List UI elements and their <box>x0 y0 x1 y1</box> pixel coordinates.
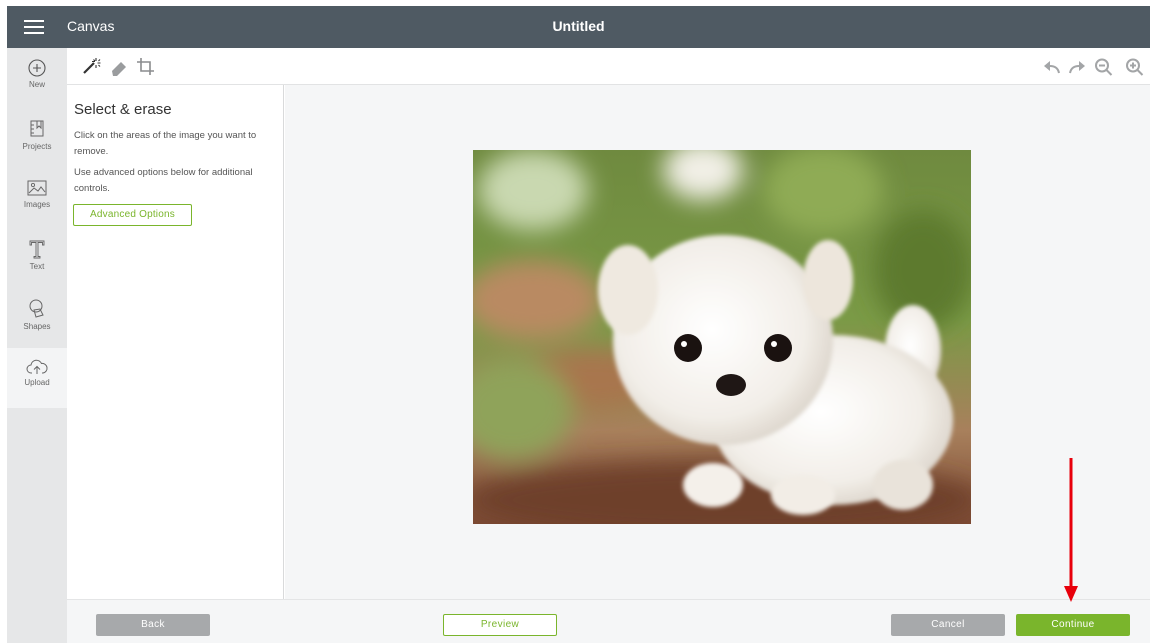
panel-instruction-line-2: remove. <box>74 146 109 157</box>
panel-instruction-line-3: Use advanced options below for additiona… <box>74 167 253 178</box>
shapes-icon <box>29 299 44 318</box>
nav-label-shapes: Shapes <box>23 322 51 331</box>
canvas-area[interactable] <box>285 85 1150 599</box>
continue-button[interactable]: Continue <box>1016 614 1130 636</box>
zoom-in-icon[interactable] <box>1124 57 1146 77</box>
back-button[interactable]: Back <box>96 614 210 636</box>
magic-wand-icon[interactable] <box>81 56 103 76</box>
panel-title: Select & erase <box>74 101 172 118</box>
eraser-icon[interactable] <box>108 56 130 76</box>
nav-label-upload: Upload <box>24 378 50 387</box>
bottom-bar: Back Preview Cancel Continue <box>67 599 1150 643</box>
zoom-out-icon[interactable] <box>1093 57 1115 77</box>
panel-instruction-line-4: controls. <box>74 183 110 194</box>
nav-item-projects[interactable]: Projects <box>7 118 67 176</box>
nav-item-text[interactable]: Text <box>7 238 67 296</box>
nav-label-text: Text <box>29 262 45 271</box>
preview-button[interactable]: Preview <box>443 614 557 636</box>
nav-item-upload[interactable]: Upload <box>7 348 67 408</box>
nav-item-new[interactable]: New <box>7 58 67 116</box>
advanced-options-button[interactable]: Advanced Options <box>73 204 192 226</box>
redo-icon[interactable] <box>1066 57 1088 77</box>
crop-icon[interactable] <box>135 56 157 76</box>
upload-cloud-icon <box>26 359 48 374</box>
select-erase-panel: Select & erase Click on the areas of the… <box>67 85 284 599</box>
image-icon <box>27 180 47 196</box>
nav-label-projects: Projects <box>22 142 52 151</box>
top-bar: Canvas Untitled <box>7 6 1150 48</box>
uploaded-puppy-image[interactable] <box>473 150 971 524</box>
nav-label-images: Images <box>23 200 51 209</box>
nav-label-new: New <box>28 80 45 89</box>
panel-instruction-line-1: Click on the areas of the image you want… <box>74 130 257 141</box>
document-title[interactable]: Untitled <box>7 18 1150 34</box>
toolbar <box>67 48 1150 85</box>
plus-circle-icon <box>28 59 46 77</box>
cancel-button[interactable]: Cancel <box>891 614 1005 636</box>
projects-icon <box>30 120 44 137</box>
undo-icon[interactable] <box>1041 57 1063 77</box>
text-icon <box>29 240 45 259</box>
nav-item-images[interactable]: Images <box>7 178 67 236</box>
left-nav: New Projects Images Text Shapes Upload <box>7 48 67 643</box>
